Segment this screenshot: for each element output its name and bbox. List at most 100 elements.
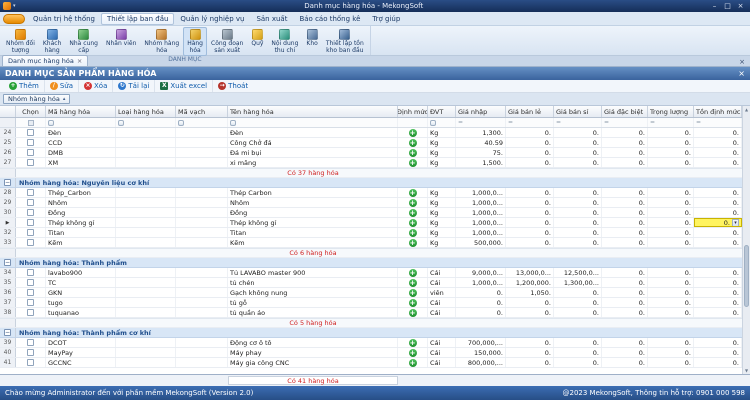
cell-sel[interactable] — [16, 308, 46, 317]
cell-type[interactable] — [116, 238, 176, 247]
table-row[interactable]: 26DMBĐá mi bụi+Kg75.0.0.0.0.0. — [0, 148, 742, 158]
cell-weight[interactable]: 0. — [648, 138, 694, 147]
cell-stock[interactable]: 0. — [694, 128, 742, 137]
row-checkbox[interactable] — [27, 309, 34, 316]
cell-weight[interactable]: 0. — [648, 358, 694, 367]
ribbon-button[interactable]: Kho — [302, 27, 321, 50]
cell-retail[interactable]: 0. — [506, 308, 554, 317]
table-row[interactable]: 29NhômNhôm+Kg1,000,0...0.0.0.0.0. — [0, 198, 742, 208]
cell-name[interactable]: Máy phay — [228, 348, 398, 357]
cell-dinhmuc[interactable]: + — [398, 348, 428, 357]
cell-weight[interactable]: 0. — [648, 348, 694, 357]
cell-weight[interactable]: 0. — [648, 238, 694, 247]
column-header-type[interactable]: Loại hàng hóa — [116, 106, 176, 117]
column-header-unit[interactable]: ĐVT — [428, 106, 456, 117]
cell-special[interactable]: 0. — [602, 218, 648, 227]
filter-cell-code[interactable] — [46, 118, 116, 127]
filter-cell-barcode[interactable] — [176, 118, 228, 127]
filter-cell-wholesale[interactable]: = — [554, 118, 602, 127]
cell-buy[interactable]: 500,000. — [456, 238, 506, 247]
cell-dinhmuc[interactable]: + — [398, 308, 428, 317]
cell-weight[interactable]: 0. — [648, 288, 694, 297]
cell-dinhmuc[interactable]: + — [398, 278, 428, 287]
cell-unit[interactable]: Kg — [428, 238, 456, 247]
cell-sel[interactable] — [16, 228, 46, 237]
cell-name[interactable]: Đồng — [228, 208, 398, 217]
cell-unit[interactable]: Kg — [428, 228, 456, 237]
cell-type[interactable] — [116, 158, 176, 167]
norm-add-button[interactable]: + — [409, 309, 417, 317]
cell-name[interactable]: Công Chở đá — [228, 138, 398, 147]
cell-unit[interactable]: Kg — [428, 128, 456, 137]
ribbon-button[interactable]: Hàng hóa — [183, 27, 207, 56]
cell-type[interactable] — [116, 228, 176, 237]
cell-type[interactable] — [116, 148, 176, 157]
cell-dinhmuc[interactable]: + — [398, 238, 428, 247]
cell-buy[interactable]: 9,000,0... — [456, 268, 506, 277]
cell-type[interactable] — [116, 268, 176, 277]
cell-buy[interactable]: 1,000,0... — [456, 188, 506, 197]
column-header-dinhmuc[interactable]: Định mức — [398, 106, 428, 117]
table-row[interactable]: 27XMxi măng+Kg1,500.0.0.0.0.0. — [0, 158, 742, 168]
filter-cell-sel[interactable] — [16, 118, 46, 127]
cell-wholesale[interactable]: 0. — [554, 188, 602, 197]
cell-name[interactable]: Động cơ ô tô — [228, 338, 398, 347]
column-header-barcode[interactable]: Mã vạch — [176, 106, 228, 117]
cell-buy[interactable]: 75. — [456, 148, 506, 157]
row-checkbox[interactable] — [27, 189, 34, 196]
cell-wholesale[interactable]: 0. — [554, 218, 602, 227]
table-row[interactable]: 33KẽmKẽm+Kg500,000.0.0.0.0.0. — [0, 238, 742, 248]
cell-buy[interactable]: 1,000,0... — [456, 278, 506, 287]
cell-sel[interactable] — [16, 148, 46, 157]
cell-special[interactable]: 0. — [602, 278, 648, 287]
cell-special[interactable]: 0. — [602, 188, 648, 197]
cell-retail[interactable]: 0. — [506, 148, 554, 157]
cell-buy[interactable]: 0. — [456, 298, 506, 307]
cell-code[interactable]: Kẽm — [46, 238, 116, 247]
cell-unit[interactable]: Kg — [428, 208, 456, 217]
table-row[interactable]: 37tugotủ gỗ+Cái0.0.0.0.0.0. — [0, 298, 742, 308]
cell-type[interactable] — [116, 208, 176, 217]
menu-tab-4[interactable]: Sản xuất — [250, 13, 293, 25]
cell-wholesale[interactable]: 0. — [554, 308, 602, 317]
table-row[interactable]: 35TCtủ chén+Cái1,000,0...1,200,000.1,300… — [0, 278, 742, 288]
tab-danh-muc-hang-hoa[interactable]: Danh mục hàng hóa × — [2, 55, 88, 66]
scroll-down-icon[interactable]: ▼ — [743, 367, 750, 374]
cell-barcode[interactable] — [176, 268, 228, 277]
minimize-button[interactable]: – — [708, 2, 721, 10]
cell-code[interactable]: Thép_Carbon — [46, 188, 116, 197]
cell-sel[interactable] — [16, 218, 46, 227]
cell-name[interactable]: Thép Carbon — [228, 188, 398, 197]
table-row[interactable]: 32TitanTitan+Kg1,000,0...0.0.0.0.0. — [0, 228, 742, 238]
ribbon-button[interactable]: Nội dung thu chi — [267, 27, 302, 56]
cell-barcode[interactable] — [176, 348, 228, 357]
cell-dinhmuc[interactable]: + — [398, 158, 428, 167]
row-checkbox[interactable] — [27, 159, 34, 166]
group-row[interactable]: −Nhóm hàng hóa: Thành phẩm cơ khí — [0, 328, 742, 338]
column-header-retail[interactable]: Giá bán lẻ — [506, 106, 554, 117]
cell-sel[interactable] — [16, 338, 46, 347]
cell-barcode[interactable] — [176, 288, 228, 297]
norm-add-button[interactable]: + — [409, 189, 417, 197]
row-checkbox[interactable] — [27, 209, 34, 216]
cell-dinhmuc[interactable]: + — [398, 148, 428, 157]
group-row[interactable]: −Nhóm hàng hóa: Thành phẩm — [0, 258, 742, 268]
cell-unit[interactable]: Cái — [428, 298, 456, 307]
menu-tab-5[interactable]: Báo cáo thống kê — [293, 13, 366, 25]
cell-type[interactable] — [116, 188, 176, 197]
cell-buy[interactable]: 1,000,0... — [456, 208, 506, 217]
cell-stock[interactable]: 0. — [694, 138, 742, 147]
cell-wholesale[interactable]: 0. — [554, 158, 602, 167]
close-button[interactable]: × — [734, 2, 747, 10]
cell-dinhmuc[interactable]: + — [398, 228, 428, 237]
filter-cell-retail[interactable]: = — [506, 118, 554, 127]
cell-name[interactable]: Gạch không nung — [228, 288, 398, 297]
cell-name[interactable]: Đèn — [228, 128, 398, 137]
cell-code[interactable]: CCD — [46, 138, 116, 147]
cell-sel[interactable] — [16, 158, 46, 167]
menu-tab-1[interactable]: Quản trị hệ thống — [27, 13, 101, 25]
table-row[interactable]: 34lavabo900Tủ LAVABO master 900+Cái9,000… — [0, 268, 742, 278]
filter-cell-dinhmuc[interactable] — [398, 118, 428, 127]
cell-special[interactable]: 0. — [602, 338, 648, 347]
cell-retail[interactable]: 0. — [506, 208, 554, 217]
